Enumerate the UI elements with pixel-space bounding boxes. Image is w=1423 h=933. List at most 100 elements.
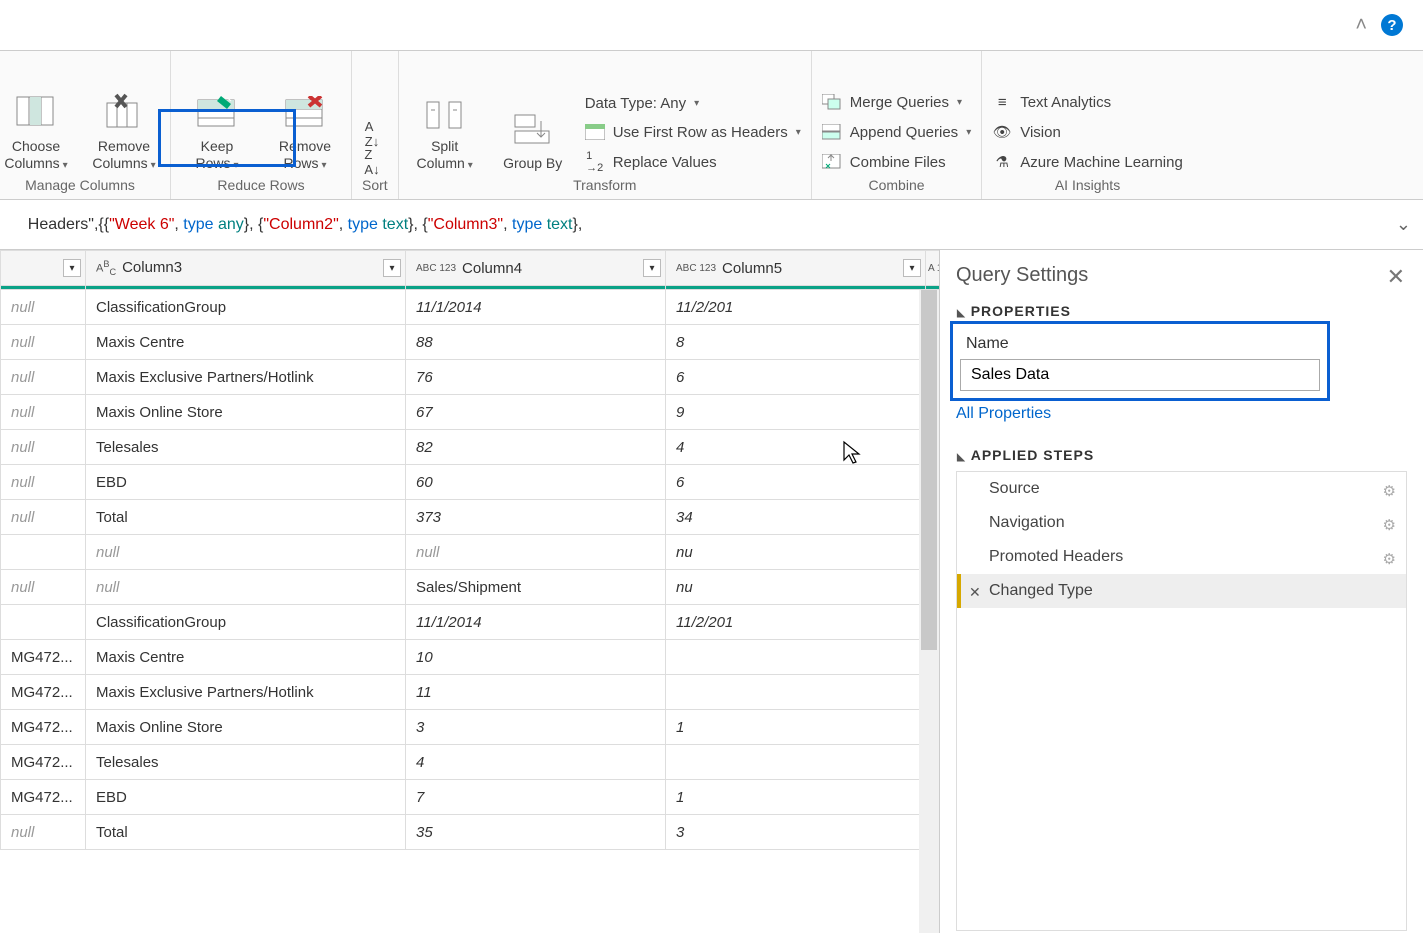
column-dropdown-icon[interactable]: ▾ [643, 259, 661, 277]
column-header-3[interactable]: ABCColumn3▾ [86, 251, 406, 286]
formula-bar[interactable]: Headers",{{"Week 6", type any}, {"Column… [0, 200, 1423, 250]
cell[interactable]: Sales/Shipment [406, 570, 666, 605]
cell[interactable]: null [1, 465, 86, 500]
split-column-button[interactable]: Split Column [409, 62, 481, 172]
cell[interactable]: 6 [666, 360, 926, 395]
cell[interactable]: 3 [666, 815, 926, 850]
cell[interactable]: ClassificationGroup [86, 290, 406, 325]
vertical-scrollbar[interactable]: ▴ [919, 290, 939, 933]
applied-step[interactable]: Source⚙ [957, 472, 1406, 506]
table-row[interactable]: nullEBD606 [1, 465, 941, 500]
keep-rows-button[interactable]: Keep Rows [181, 62, 253, 172]
cell[interactable] [1, 605, 86, 640]
vision-button[interactable]: 👁 Vision [992, 122, 1183, 142]
cell[interactable]: 3 [406, 710, 666, 745]
replace-values-button[interactable]: 1→2 Replace Values [585, 152, 801, 172]
cell[interactable]: ClassificationGroup [86, 605, 406, 640]
table-row[interactable]: nullnullSales/Shipmentnu [1, 570, 941, 605]
help-icon[interactable]: ? [1381, 14, 1403, 36]
table-row[interactable]: nullnullnu [1, 535, 941, 570]
cell[interactable]: 4 [406, 745, 666, 780]
cell[interactable]: 373 [406, 500, 666, 535]
cell[interactable]: null [1, 500, 86, 535]
combine-files-button[interactable]: Combine Files [822, 152, 971, 172]
cell[interactable]: null [1, 395, 86, 430]
table-row[interactable]: MG472...Maxis Centre10 [1, 640, 941, 675]
gear-icon[interactable]: ⚙ [1383, 550, 1396, 568]
cell[interactable]: MG472... [1, 675, 86, 710]
table-row[interactable]: nullMaxis Exclusive Partners/Hotlink766 [1, 360, 941, 395]
cell[interactable]: 8 [666, 325, 926, 360]
cell[interactable]: null [1, 570, 86, 605]
gear-icon[interactable]: ⚙ [1383, 482, 1396, 500]
append-queries-button[interactable]: Append Queries ▾ [822, 122, 971, 142]
cell[interactable]: 7 [406, 780, 666, 815]
query-name-input[interactable] [960, 359, 1320, 391]
use-first-row-button[interactable]: Use First Row as Headers ▾ [585, 122, 801, 142]
cell[interactable]: 60 [406, 465, 666, 500]
column-header-4[interactable]: ABC 123Column4▾ [406, 251, 666, 286]
table-row[interactable]: ClassificationGroup11/1/201411/2/201 [1, 605, 941, 640]
cell[interactable]: Maxis Online Store [86, 710, 406, 745]
cell[interactable]: 4 [666, 430, 926, 465]
cell[interactable]: 11/1/2014 [406, 605, 666, 640]
cell[interactable] [666, 675, 926, 710]
cell[interactable]: 10 [406, 640, 666, 675]
cell[interactable]: nu [666, 570, 926, 605]
delete-step-icon[interactable]: ✕ [969, 584, 981, 601]
cell[interactable]: Total [86, 500, 406, 535]
close-pane-icon[interactable]: ✕ [1387, 264, 1405, 290]
data-type-button[interactable]: Data Type: Any ▾ [585, 95, 801, 112]
cell[interactable]: null [86, 570, 406, 605]
cell[interactable]: null [1, 360, 86, 395]
cell[interactable]: null [86, 535, 406, 570]
cell[interactable]: null [1, 430, 86, 465]
column-header-6[interactable]: A 1 [926, 251, 941, 286]
text-analytics-button[interactable]: ≡ Text Analytics [992, 92, 1183, 112]
column-dropdown-icon[interactable]: ▾ [903, 259, 921, 277]
cell[interactable]: 35 [406, 815, 666, 850]
cell[interactable]: 67 [406, 395, 666, 430]
cell[interactable]: 11/1/2014 [406, 290, 666, 325]
cell[interactable]: null [406, 535, 666, 570]
cell[interactable]: null [1, 290, 86, 325]
table-row[interactable]: MG472...Maxis Online Store31 [1, 710, 941, 745]
table-row[interactable]: MG472...EBD71 [1, 780, 941, 815]
cell[interactable] [666, 745, 926, 780]
column-header-2[interactable]: ▾ [1, 251, 86, 286]
applied-steps-heading[interactable]: APPLIED STEPS [956, 447, 1407, 463]
cell[interactable]: 1 [666, 710, 926, 745]
choose-columns-button[interactable]: Choose Columns [0, 62, 72, 172]
gear-icon[interactable]: ⚙ [1383, 516, 1396, 534]
cell[interactable]: EBD [86, 780, 406, 815]
data-grid[interactable]: ▾ ABCColumn3▾ ABC 123Column4▾ ABC 123Col… [0, 250, 940, 933]
cell[interactable]: 1 [666, 780, 926, 815]
cell[interactable]: Total [86, 815, 406, 850]
properties-heading[interactable]: PROPERTIES [956, 303, 1407, 319]
cell[interactable]: Telesales [86, 430, 406, 465]
cell[interactable]: 34 [666, 500, 926, 535]
all-properties-link[interactable]: All Properties [956, 405, 1051, 423]
cell[interactable]: MG472... [1, 780, 86, 815]
table-row[interactable]: nullTelesales824 [1, 430, 941, 465]
remove-columns-button[interactable]: Remove Columns [88, 62, 160, 172]
cell[interactable]: 88 [406, 325, 666, 360]
cell[interactable]: Maxis Centre [86, 640, 406, 675]
cell[interactable]: 6 [666, 465, 926, 500]
cell[interactable]: 76 [406, 360, 666, 395]
aml-button[interactable]: ⚗ Azure Machine Learning [992, 152, 1183, 172]
table-row[interactable]: MG472...Maxis Exclusive Partners/Hotlink… [1, 675, 941, 710]
cell[interactable]: MG472... [1, 640, 86, 675]
remove-rows-button[interactable]: Remove Rows [269, 62, 341, 172]
cell[interactable]: 82 [406, 430, 666, 465]
applied-step[interactable]: Promoted Headers⚙ [957, 540, 1406, 574]
applied-step[interactable]: ✕Changed Type [957, 574, 1406, 608]
sort-asc-button[interactable]: AZ↓ [362, 124, 382, 144]
cell[interactable]: 11/2/201 [666, 605, 926, 640]
column-header-5[interactable]: ABC 123Column5▾ [666, 251, 926, 286]
cell[interactable]: Maxis Exclusive Partners/Hotlink [86, 360, 406, 395]
table-row[interactable]: nullClassificationGroup11/1/201411/2/201 [1, 290, 941, 325]
table-row[interactable]: nullMaxis Centre888 [1, 325, 941, 360]
cell[interactable]: 11/2/201 [666, 290, 926, 325]
table-row[interactable]: nullTotal353 [1, 815, 941, 850]
